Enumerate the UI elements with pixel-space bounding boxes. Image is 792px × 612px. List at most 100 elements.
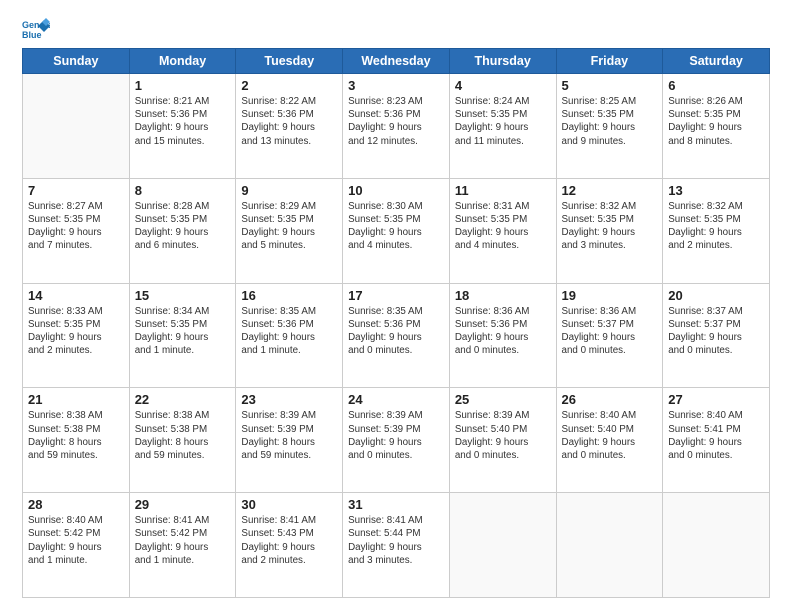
day-number: 3	[348, 78, 444, 93]
calendar-cell: 13 Sunrise: 8:32 AM Sunset: 5:35 PM Dayli…	[663, 178, 770, 283]
day-number: 11	[455, 183, 551, 198]
day-info: Sunrise: 8:31 AM Sunset: 5:35 PM Dayligh…	[455, 200, 551, 253]
calendar-cell: 27 Sunrise: 8:40 AM Sunset: 5:41 PM Dayli…	[663, 388, 770, 493]
calendar-cell: 14Sunrise: 8:33 AM Sunset: 5:35 PM Dayli…	[23, 283, 130, 388]
calendar-cell: 7Sunrise: 8:27 AM Sunset: 5:35 PM Daylig…	[23, 178, 130, 283]
day-info: Sunrise: 8:21 AM Sunset: 5:36 PM Dayligh…	[135, 95, 231, 148]
day-info: Sunrise: 8:30 AM Sunset: 5:35 PM Dayligh…	[348, 200, 444, 253]
day-number: 29	[135, 497, 231, 512]
day-info: Sunrise: 8:36 AM Sunset: 5:36 PM Dayligh…	[455, 305, 551, 358]
day-number: 8	[135, 183, 231, 198]
calendar-cell: 4Sunrise: 8:24 AM Sunset: 5:35 PM Daylig…	[449, 74, 556, 179]
day-info: Sunrise: 8:40 AM Sunset: 5:42 PM Dayligh…	[28, 514, 124, 567]
day-info: Sunrise: 8:37 AM Sunset: 5:37 PM Dayligh…	[668, 305, 764, 358]
calendar-cell: 18Sunrise: 8:36 AM Sunset: 5:36 PM Dayli…	[449, 283, 556, 388]
day-number: 7	[28, 183, 124, 198]
calendar-cell: 20 Sunrise: 8:37 AM Sunset: 5:37 PM Dayli…	[663, 283, 770, 388]
day-number: 22	[135, 392, 231, 407]
calendar-cell: 23 Sunrise: 8:39 AM Sunset: 5:39 PM Dayli…	[236, 388, 343, 493]
day-info: Sunrise: 8:39 AM Sunset: 5:40 PM Dayligh…	[455, 409, 551, 462]
day-number: 24	[348, 392, 444, 407]
calendar-cell: 25 Sunrise: 8:39 AM Sunset: 5:40 PM Dayli…	[449, 388, 556, 493]
calendar-cell: 29 Sunrise: 8:41 AM Sunset: 5:42 PM Dayli…	[129, 493, 236, 598]
calendar-cell: 24 Sunrise: 8:39 AM Sunset: 5:39 PM Dayli…	[343, 388, 450, 493]
calendar-cell: 10 Sunrise: 8:30 AM Sunset: 5:35 PM Dayli…	[343, 178, 450, 283]
day-info: Sunrise: 8:40 AM Sunset: 5:41 PM Dayligh…	[668, 409, 764, 462]
calendar-cell: 1 Sunrise: 8:21 AM Sunset: 5:36 PM Daylig…	[129, 74, 236, 179]
day-header-thursday: Thursday	[449, 49, 556, 74]
day-number: 13	[668, 183, 764, 198]
day-info: Sunrise: 8:39 AM Sunset: 5:39 PM Dayligh…	[348, 409, 444, 462]
page: General Blue SundayMondayTuesdayWednesda…	[0, 0, 792, 612]
day-number: 1	[135, 78, 231, 93]
calendar-cell: 6 Sunrise: 8:26 AM Sunset: 5:35 PM Daylig…	[663, 74, 770, 179]
day-info: Sunrise: 8:29 AM Sunset: 5:35 PM Dayligh…	[241, 200, 337, 253]
day-header-saturday: Saturday	[663, 49, 770, 74]
day-number: 20	[668, 288, 764, 303]
calendar-cell: 31 Sunrise: 8:41 AM Sunset: 5:44 PM Dayli…	[343, 493, 450, 598]
calendar-cell: 28 Sunrise: 8:40 AM Sunset: 5:42 PM Dayli…	[23, 493, 130, 598]
calendar-cell	[449, 493, 556, 598]
day-number: 16	[241, 288, 337, 303]
calendar-cell	[23, 74, 130, 179]
calendar-cell: 16 Sunrise: 8:35 AM Sunset: 5:36 PM Dayli…	[236, 283, 343, 388]
calendar-cell	[556, 493, 663, 598]
calendar-week-1: 7Sunrise: 8:27 AM Sunset: 5:35 PM Daylig…	[23, 178, 770, 283]
day-info: Sunrise: 8:35 AM Sunset: 5:36 PM Dayligh…	[348, 305, 444, 358]
calendar-cell: 9 Sunrise: 8:29 AM Sunset: 5:35 PM Daylig…	[236, 178, 343, 283]
calendar-cell: 3Sunrise: 8:23 AM Sunset: 5:36 PM Daylig…	[343, 74, 450, 179]
day-info: Sunrise: 8:38 AM Sunset: 5:38 PM Dayligh…	[135, 409, 231, 462]
day-number: 19	[562, 288, 658, 303]
day-info: Sunrise: 8:41 AM Sunset: 5:43 PM Dayligh…	[241, 514, 337, 567]
day-number: 23	[241, 392, 337, 407]
day-info: Sunrise: 8:25 AM Sunset: 5:35 PM Dayligh…	[562, 95, 658, 148]
day-number: 25	[455, 392, 551, 407]
day-info: Sunrise: 8:36 AM Sunset: 5:37 PM Dayligh…	[562, 305, 658, 358]
header: General Blue	[22, 18, 770, 40]
day-info: Sunrise: 8:39 AM Sunset: 5:39 PM Dayligh…	[241, 409, 337, 462]
day-number: 15	[135, 288, 231, 303]
day-info: Sunrise: 8:41 AM Sunset: 5:42 PM Dayligh…	[135, 514, 231, 567]
day-info: Sunrise: 8:40 AM Sunset: 5:40 PM Dayligh…	[562, 409, 658, 462]
day-info: Sunrise: 8:32 AM Sunset: 5:35 PM Dayligh…	[562, 200, 658, 253]
day-header-tuesday: Tuesday	[236, 49, 343, 74]
calendar-cell: 11 Sunrise: 8:31 AM Sunset: 5:35 PM Dayli…	[449, 178, 556, 283]
calendar-cell	[663, 493, 770, 598]
day-header-wednesday: Wednesday	[343, 49, 450, 74]
day-number: 30	[241, 497, 337, 512]
calendar-header-row: SundayMondayTuesdayWednesdayThursdayFrid…	[23, 49, 770, 74]
logo-icon: General Blue	[22, 18, 50, 40]
calendar-cell: 22 Sunrise: 8:38 AM Sunset: 5:38 PM Dayli…	[129, 388, 236, 493]
calendar-cell: 15 Sunrise: 8:34 AM Sunset: 5:35 PM Dayli…	[129, 283, 236, 388]
day-number: 28	[28, 497, 124, 512]
day-info: Sunrise: 8:35 AM Sunset: 5:36 PM Dayligh…	[241, 305, 337, 358]
day-info: Sunrise: 8:26 AM Sunset: 5:35 PM Dayligh…	[668, 95, 764, 148]
calendar-cell: 26 Sunrise: 8:40 AM Sunset: 5:40 PM Dayli…	[556, 388, 663, 493]
calendar-week-0: 1 Sunrise: 8:21 AM Sunset: 5:36 PM Daylig…	[23, 74, 770, 179]
day-number: 14	[28, 288, 124, 303]
calendar-cell: 12 Sunrise: 8:32 AM Sunset: 5:35 PM Dayli…	[556, 178, 663, 283]
day-info: Sunrise: 8:41 AM Sunset: 5:44 PM Dayligh…	[348, 514, 444, 567]
day-header-friday: Friday	[556, 49, 663, 74]
calendar-cell: 21Sunrise: 8:38 AM Sunset: 5:38 PM Dayli…	[23, 388, 130, 493]
day-number: 6	[668, 78, 764, 93]
day-number: 27	[668, 392, 764, 407]
calendar-week-4: 28 Sunrise: 8:40 AM Sunset: 5:42 PM Dayli…	[23, 493, 770, 598]
day-number: 26	[562, 392, 658, 407]
day-number: 5	[562, 78, 658, 93]
svg-text:Blue: Blue	[22, 30, 42, 40]
day-number: 12	[562, 183, 658, 198]
day-info: Sunrise: 8:32 AM Sunset: 5:35 PM Dayligh…	[668, 200, 764, 253]
logo: General Blue	[22, 18, 54, 40]
day-number: 4	[455, 78, 551, 93]
day-header-monday: Monday	[129, 49, 236, 74]
calendar-cell: 17 Sunrise: 8:35 AM Sunset: 5:36 PM Dayli…	[343, 283, 450, 388]
calendar-week-2: 14Sunrise: 8:33 AM Sunset: 5:35 PM Dayli…	[23, 283, 770, 388]
day-number: 17	[348, 288, 444, 303]
day-number: 9	[241, 183, 337, 198]
day-info: Sunrise: 8:28 AM Sunset: 5:35 PM Dayligh…	[135, 200, 231, 253]
calendar-table: SundayMondayTuesdayWednesdayThursdayFrid…	[22, 48, 770, 598]
day-number: 10	[348, 183, 444, 198]
day-number: 31	[348, 497, 444, 512]
day-info: Sunrise: 8:34 AM Sunset: 5:35 PM Dayligh…	[135, 305, 231, 358]
